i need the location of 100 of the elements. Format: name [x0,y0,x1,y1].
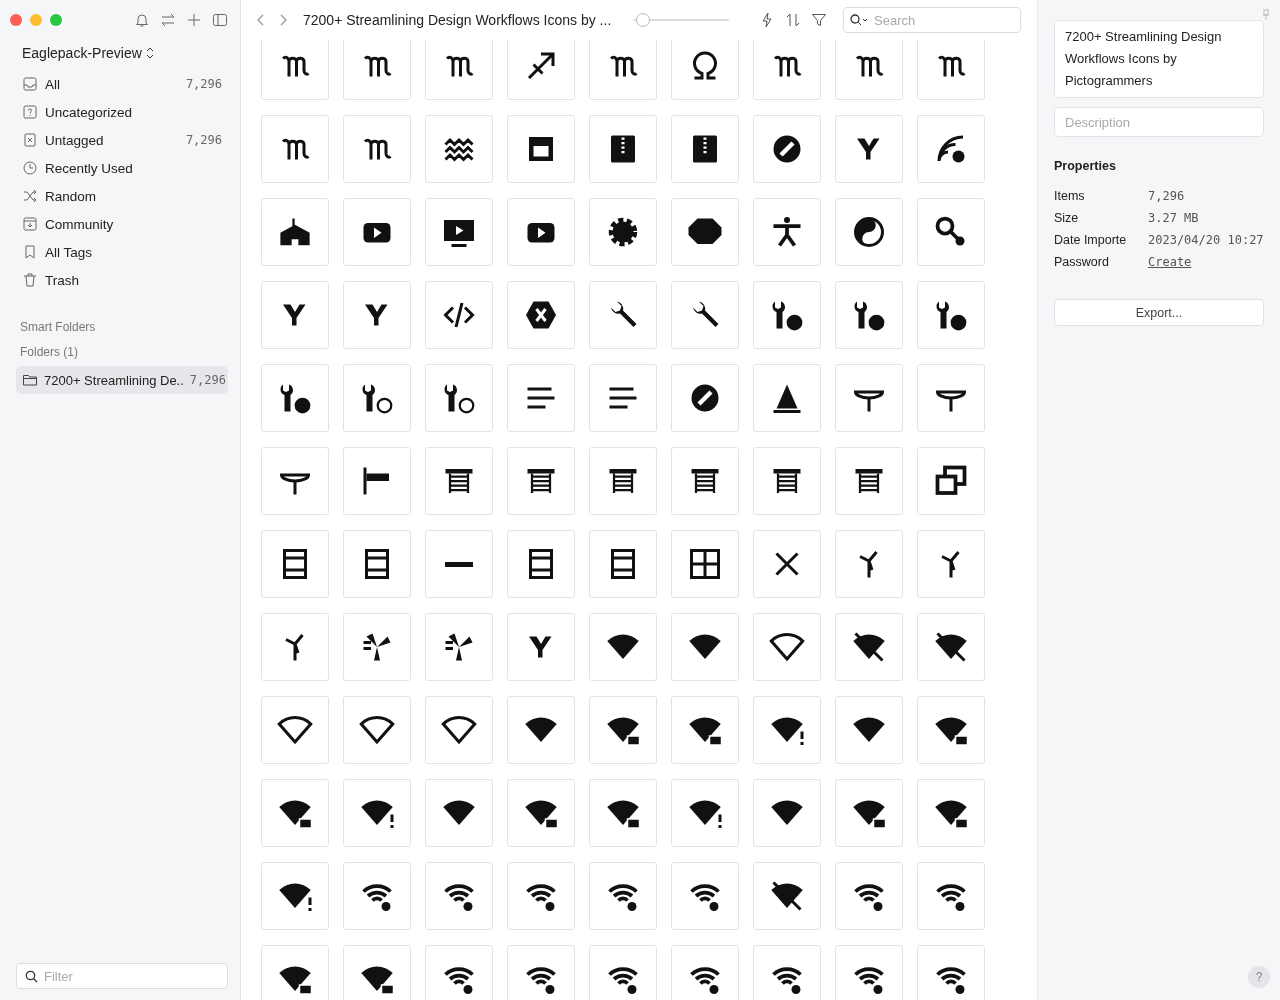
icon-thumbnail[interactable] [589,530,657,598]
icon-thumbnail[interactable] [917,447,985,515]
icon-thumbnail[interactable] [425,945,493,1000]
icon-thumbnail[interactable] [753,364,821,432]
icon-thumbnail[interactable] [753,779,821,847]
sidebar-item[interactable]: Community [16,210,228,238]
icon-thumbnail[interactable] [917,40,985,100]
folder-item[interactable]: 7200+ Streamlining De.. 7,296 [16,366,228,394]
icon-thumbnail[interactable] [917,779,985,847]
icon-thumbnail[interactable] [589,115,657,183]
icon-thumbnail[interactable] [753,447,821,515]
sidebar-toggle-icon[interactable] [212,12,228,28]
icon-thumbnail[interactable] [343,40,411,100]
sidebar-item[interactable]: Uncategorized [16,98,228,126]
icon-thumbnail[interactable] [671,945,739,1000]
sidebar-item[interactable]: All Tags [16,238,228,266]
icon-thumbnail[interactable] [589,447,657,515]
search-field[interactable]: Search [843,7,1021,33]
icon-thumbnail[interactable] [753,613,821,681]
icon-thumbnail[interactable] [671,862,739,930]
icon-thumbnail[interactable] [343,115,411,183]
icon-thumbnail[interactable] [507,40,575,100]
icon-thumbnail[interactable] [425,447,493,515]
icon-thumbnail[interactable] [261,530,329,598]
icon-thumbnail[interactable] [507,364,575,432]
icon-thumbnail[interactable] [917,696,985,764]
icon-thumbnail[interactable] [671,115,739,183]
sidebar-item[interactable]: Recently Used [16,154,228,182]
icon-thumbnail[interactable] [343,779,411,847]
icon-thumbnail[interactable] [917,115,985,183]
icon-thumbnail[interactable] [261,364,329,432]
icon-thumbnail[interactable] [671,696,739,764]
icon-thumbnail[interactable] [589,613,657,681]
description-field[interactable]: Description [1054,107,1264,137]
name-field[interactable]: 7200+ Streamlining Design Workflows Icons by Pictogrammers [1054,20,1264,98]
icon-thumbnail[interactable] [671,530,739,598]
icon-thumbnail[interactable] [343,198,411,266]
icon-thumbnail[interactable] [835,198,903,266]
icon-thumbnail[interactable] [507,613,575,681]
icon-thumbnail[interactable] [425,364,493,432]
icon-thumbnail[interactable] [835,364,903,432]
icon-thumbnail[interactable] [425,115,493,183]
icon-thumbnail[interactable] [589,198,657,266]
icon-thumbnail[interactable] [753,281,821,349]
icon-thumbnail[interactable] [753,862,821,930]
icon-thumbnail[interactable] [507,281,575,349]
icon-thumbnail[interactable] [507,862,575,930]
icon-thumbnail[interactable] [753,530,821,598]
icon-thumbnail[interactable] [425,613,493,681]
filter-field[interactable]: Filter [16,963,228,989]
sidebar-item[interactable]: Untagged 7,296 [16,126,228,154]
icon-thumbnail[interactable] [507,945,575,1000]
icon-thumbnail[interactable] [343,530,411,598]
icon-thumbnail[interactable] [343,945,411,1000]
bell-icon[interactable] [134,12,150,28]
icon-thumbnail[interactable] [753,696,821,764]
zoom-slider[interactable] [633,13,729,27]
icon-thumbnail[interactable] [343,613,411,681]
icon-thumbnail[interactable] [425,40,493,100]
icon-thumbnail[interactable] [261,696,329,764]
icon-thumbnail[interactable] [425,779,493,847]
icon-thumbnail[interactable] [261,198,329,266]
icon-thumbnail[interactable] [917,862,985,930]
icon-thumbnail[interactable] [589,862,657,930]
icon-thumbnail[interactable] [835,779,903,847]
icon-thumbnail[interactable] [671,613,739,681]
sidebar-item[interactable]: All 7,296 [16,70,228,98]
icon-thumbnail[interactable] [671,40,739,100]
icon-thumbnail[interactable] [261,862,329,930]
icon-thumbnail[interactable] [917,945,985,1000]
icon-thumbnail[interactable] [917,281,985,349]
icon-thumbnail[interactable] [835,696,903,764]
icon-thumbnail[interactable] [671,779,739,847]
icon-thumbnail[interactable] [343,281,411,349]
icon-thumbnail[interactable] [589,945,657,1000]
sidebar-item[interactable]: Trash [16,266,228,294]
icon-thumbnail[interactable] [917,364,985,432]
icon-thumbnail[interactable] [507,696,575,764]
icon-thumbnail[interactable] [261,613,329,681]
icon-thumbnail[interactable] [343,364,411,432]
icon-thumbnail[interactable] [589,779,657,847]
icon-thumbnail[interactable] [261,779,329,847]
lightning-icon[interactable] [759,12,775,28]
create-password-link[interactable]: Create [1148,255,1192,269]
icon-thumbnail[interactable] [507,198,575,266]
icon-thumbnail[interactable] [343,862,411,930]
slider-thumb[interactable] [636,13,651,27]
icon-thumbnail[interactable] [671,364,739,432]
icon-thumbnail[interactable] [261,945,329,1000]
sort-icon[interactable] [785,12,801,28]
swap-icon[interactable] [160,12,176,28]
icon-thumbnail[interactable] [343,447,411,515]
icon-thumbnail[interactable] [753,40,821,100]
icon-thumbnail[interactable] [425,862,493,930]
icon-thumbnail[interactable] [753,115,821,183]
export-button[interactable]: Export... [1054,299,1264,326]
icon-thumbnail[interactable] [917,613,985,681]
icon-thumbnail[interactable] [753,945,821,1000]
icon-thumbnail[interactable] [507,447,575,515]
icon-thumbnail[interactable] [261,447,329,515]
